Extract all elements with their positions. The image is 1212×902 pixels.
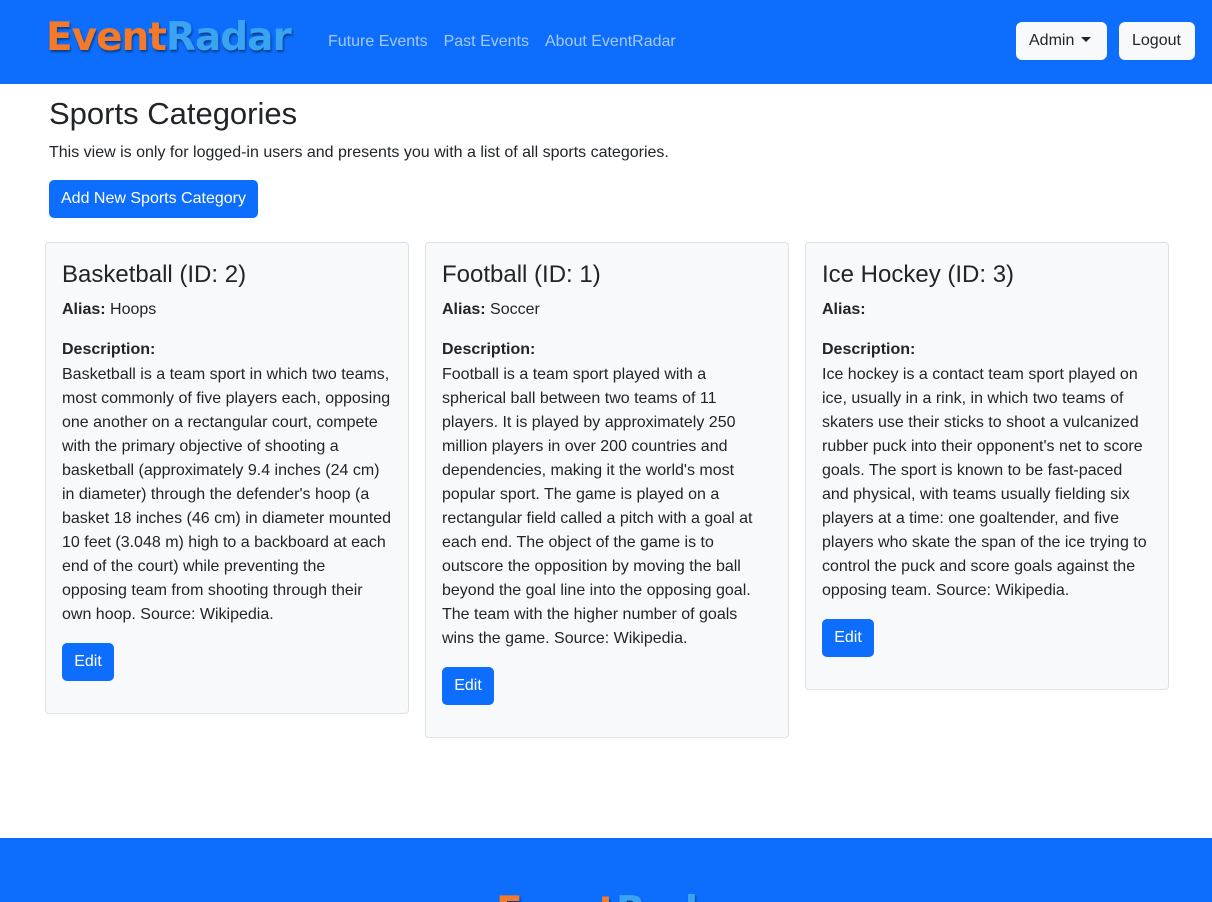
nav-links: Future Events Past Events About EventRad… xyxy=(328,31,676,53)
brand-logo[interactable]: EventRadar xyxy=(46,14,292,62)
description-text: Basketball is a team sport in which two … xyxy=(62,366,392,623)
brand-logo-part2: Radar xyxy=(165,15,292,60)
alias-line: Alias: xyxy=(822,299,1152,321)
description-label: Description: xyxy=(822,341,916,358)
edit-button[interactable]: Edit xyxy=(442,667,494,705)
alias-value: Soccer xyxy=(490,301,540,318)
description-text: Ice hockey is a contact team sport playe… xyxy=(822,366,1147,599)
alias-label: Alias: xyxy=(822,301,866,318)
top-navbar: EventRadar Future Events Past Events Abo… xyxy=(0,0,1212,84)
alias-label: Alias: xyxy=(442,301,486,318)
card-title: Basketball (ID: 2) xyxy=(62,261,247,288)
description-text: Football is a team sport played with a s… xyxy=(442,366,753,647)
alias-line: Alias: Hoops xyxy=(62,299,392,321)
footer-brand-logo: EventRadar xyxy=(496,888,742,902)
page-title: Sports Categories xyxy=(49,96,298,131)
nav-link-future-events[interactable]: Future Events xyxy=(328,31,428,53)
admin-dropdown-label: Admin xyxy=(1029,32,1075,49)
category-card-ice-hockey: Ice Hockey (ID: 3) Alias: Description: I… xyxy=(805,242,1169,690)
category-card-basketball: Basketball (ID: 2) Alias: Hoops Descript… xyxy=(45,242,409,714)
page-lead-text: This view is only for logged-in users an… xyxy=(49,144,669,161)
admin-dropdown-button[interactable]: Admin xyxy=(1016,22,1107,60)
alias-line: Alias: Soccer xyxy=(442,299,772,321)
description-label: Description: xyxy=(442,341,536,358)
footer-logo-part1: Event xyxy=(496,889,617,902)
edit-button[interactable]: Edit xyxy=(822,619,874,657)
nav-link-about[interactable]: About EventRadar xyxy=(545,31,676,53)
caret-down-icon xyxy=(1081,37,1092,42)
brand-logo-part1: Event xyxy=(46,15,167,60)
alias-label: Alias: xyxy=(62,301,106,318)
footer-logo-part2: Radar xyxy=(616,889,742,902)
add-sports-category-button[interactable]: Add New Sports Category xyxy=(49,180,258,218)
edit-button[interactable]: Edit xyxy=(62,643,114,681)
alias-value: Hoops xyxy=(110,301,157,318)
card-title: Football (ID: 1) xyxy=(442,261,601,288)
nav-link-past-events[interactable]: Past Events xyxy=(444,31,529,53)
logout-button[interactable]: Logout xyxy=(1119,22,1195,60)
category-card-football: Football (ID: 1) Alias: Soccer Descripti… xyxy=(425,242,789,738)
card-title: Ice Hockey (ID: 3) xyxy=(822,261,1015,288)
page-footer: EventRadar xyxy=(0,838,1212,902)
description-label: Description: xyxy=(62,341,156,358)
